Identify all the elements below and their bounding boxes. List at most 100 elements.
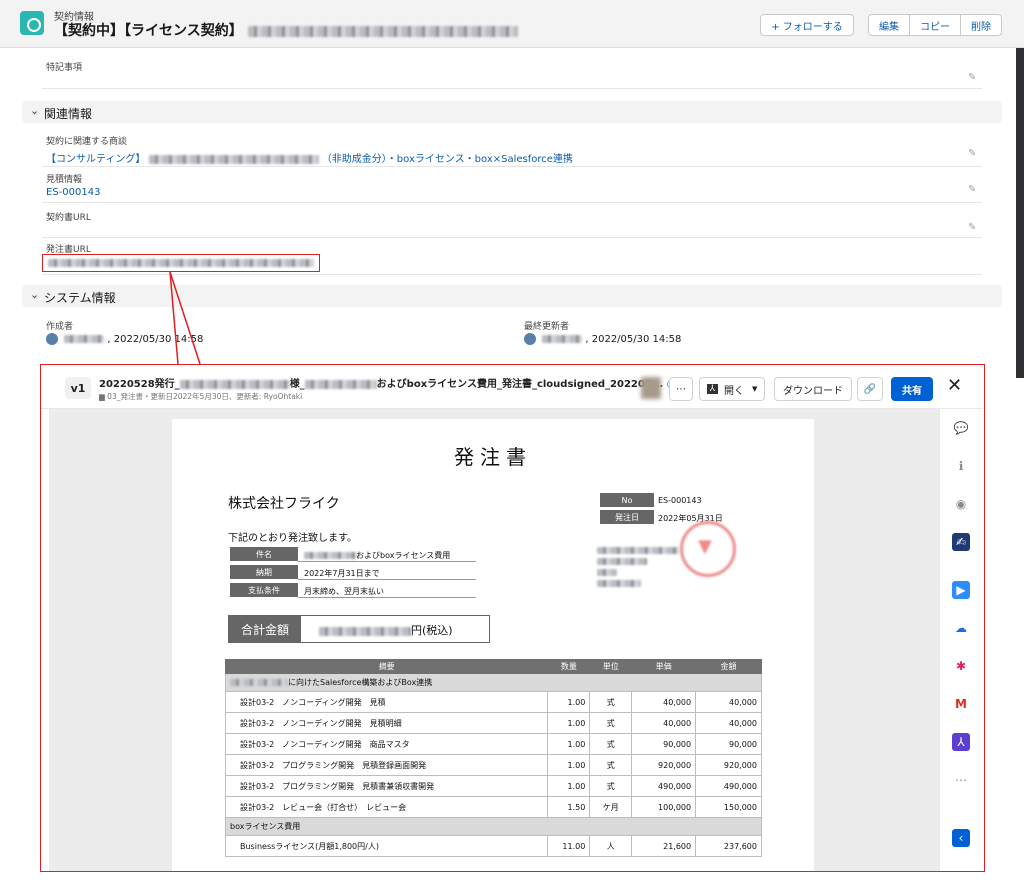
po-url-link[interactable] <box>48 258 314 269</box>
cell-quantity: 1.00 <box>547 754 591 776</box>
related-deal-link[interactable]: 【コンサルティング】 （非助成金分）・boxライセンス・box×Salesfor… <box>46 150 573 165</box>
no-label: No <box>600 493 654 507</box>
cell-unit: 式 <box>589 754 633 776</box>
cell-unit-price: 920,000 <box>631 754 697 776</box>
pdf-icon[interactable]: ⅄ <box>952 733 970 751</box>
open-button[interactable]: ⅄ 開く ▼ <box>699 377 765 401</box>
intro-text: 下記のとおり発注致します。 <box>228 533 357 544</box>
document-viewer[interactable]: 発注書 株式会社フライク No ES-000143 発注日 2022年05月31… <box>49 409 939 871</box>
link-icon[interactable]: 🔗 <box>857 377 883 401</box>
folder-icon: ▆ <box>99 392 105 401</box>
gmail-icon[interactable]: M <box>952 695 970 713</box>
cell-amount: 490,000 <box>695 775 762 797</box>
redacted-text <box>597 569 617 576</box>
sign-icon[interactable]: ✍ <box>952 533 970 551</box>
table-row: 設計03-2 ノンコーディング開発 商品マスタ 1.00 式 90,000 90,000 <box>224 733 762 755</box>
record-actions: 編集 コピー 削除 <box>868 14 1002 36</box>
chevron-down-icon[interactable]: ▼ <box>752 385 757 393</box>
copy-button[interactable]: コピー <box>910 15 961 35</box>
activity-icon[interactable]: ◉ <box>952 495 970 513</box>
cell-amount: 237,600 <box>695 835 762 857</box>
redacted-text <box>304 552 356 559</box>
divider <box>42 274 982 275</box>
cell-description: 設計03-2 ノンコーディング開発 見積明細 <box>224 712 549 734</box>
edit-pencil-icon[interactable]: ✎ <box>968 222 976 233</box>
collapse-sidebar-icon[interactable]: ‹ <box>952 829 970 847</box>
edit-pencil-icon[interactable]: ✎ <box>968 184 976 195</box>
redacted-text <box>597 547 679 554</box>
screenshot-root: 契約情報 【契約中】【ライセンス契約】 + フォローする 編集 コピー 削除 特… <box>0 0 1024 881</box>
cell-amount: 150,000 <box>695 796 762 818</box>
underline <box>298 579 476 580</box>
follow-button[interactable]: + フォローする <box>760 14 854 36</box>
edit-pencil-icon[interactable]: ✎ <box>968 72 976 83</box>
cell-quantity: 1.00 <box>547 691 591 713</box>
cell-unit-price: 100,000 <box>631 796 697 818</box>
purchase-order-document: 発注書 株式会社フライク No ES-000143 発注日 2022年05月31… <box>172 419 814 871</box>
delete-button[interactable]: 削除 <box>961 15 1001 35</box>
order-date-label: 発注日 <box>600 510 654 524</box>
cell-unit-price: 40,000 <box>631 691 697 713</box>
version-badge[interactable]: v1 <box>65 377 91 399</box>
download-button[interactable]: ダウンロード <box>774 377 852 401</box>
table-row: Businessライセンス(月額1,800円/人) 11.00 人 21,600 237… <box>224 835 762 857</box>
avatar <box>524 333 536 345</box>
cell-quantity: 1.00 <box>547 733 591 755</box>
table-body: に向けたSalesforce構築およびBox連携 設計03-2 ノンコーディング開… <box>224 673 762 857</box>
redacted-address <box>597 547 679 587</box>
cell-unit: 式 <box>589 733 633 755</box>
cell-description: 設計03-2 ノンコーディング開発 商品マスタ <box>224 733 549 755</box>
divider <box>42 202 982 203</box>
table-header-row: 摘要 数量 単位 単価 金額 <box>224 659 762 674</box>
section-related-title: 関連情報 <box>44 107 93 121</box>
edit-pencil-icon[interactable]: ✎ <box>968 148 976 159</box>
cell-unit: 式 <box>589 712 633 734</box>
record-header: 契約情報 【契約中】【ライセンス契約】 + フォローする 編集 コピー 削除 <box>0 0 1024 48</box>
divider <box>42 88 982 89</box>
cell-unit: 人 <box>589 835 633 857</box>
group-title-text: boxライセンス費用 <box>230 822 301 831</box>
quote-link[interactable]: ES-000143 <box>46 187 100 198</box>
more-options-button[interactable]: ⋯ <box>669 377 693 401</box>
redacted-text <box>230 679 288 686</box>
table-row: 設計03-2 レビュー会（打合せ） レビュー会 1.50 ケ月 100,000 150,… <box>224 796 762 818</box>
file-name: 20220528発行_ 様_ およびboxライセンス費用_発注書_cloudsign… <box>99 375 675 390</box>
avatar[interactable] <box>641 377 661 399</box>
redacted-text <box>247 25 518 37</box>
cell-unit: 式 <box>589 691 633 713</box>
redacted-user[interactable] <box>64 335 105 343</box>
cell-description: 設計03-2 プログラミング開発 見積登録画面開発 <box>224 754 549 776</box>
cell-description: 設計03-2 レビュー会（打合せ） レビュー会 <box>224 796 549 818</box>
redacted-user[interactable] <box>542 335 583 343</box>
cell-quantity: 11.00 <box>547 835 591 857</box>
edit-button[interactable]: 編集 <box>869 15 910 35</box>
zoom-icon[interactable]: ▶ <box>952 581 970 599</box>
group-title: boxライセンス費用 <box>225 817 762 836</box>
cell-unit-price: 40,000 <box>631 712 697 734</box>
info-icon[interactable]: ℹ <box>952 457 970 475</box>
chevron-down-icon: ⌄ <box>30 104 40 117</box>
divider <box>42 237 982 238</box>
cloud-upload-icon[interactable]: ☁ <box>952 619 970 637</box>
file-name-suffix: およびboxライセンス費用_発注書_cloudsigned_202205... <box>376 379 664 390</box>
total-value: 円(税込) <box>319 622 453 638</box>
section-system-title: システム情報 <box>44 291 116 305</box>
contract-object-icon <box>20 11 44 35</box>
cell-unit-price: 21,600 <box>631 835 697 857</box>
share-button[interactable]: 共有 <box>891 377 933 401</box>
more-apps-icon[interactable]: ⋯ <box>952 771 970 789</box>
created-by-label: 作成者 <box>46 322 74 332</box>
header-amount: 金額 <box>695 659 762 674</box>
payment-label: 支払条件 <box>230 583 298 597</box>
chevron-down-icon: ⌄ <box>30 288 40 301</box>
document-title: 発注書 <box>454 445 532 469</box>
section-system[interactable]: ⌄ システム情報 <box>22 285 1002 307</box>
file-meta-text: 03_発注書・更新日2022年5月30日、更新者: RyoOhtaki <box>107 392 303 401</box>
comment-icon[interactable]: 💬 <box>952 419 970 437</box>
deadline-value: 2022年7月31日まで <box>304 569 380 578</box>
section-related[interactable]: ⌄ 関連情報 <box>22 101 1002 123</box>
slack-icon[interactable]: ✱ <box>952 657 970 675</box>
close-icon[interactable]: ✕ <box>947 375 962 396</box>
line-items-table: 摘要 数量 単位 単価 金額 に向けたSalesforce構築およびBox連携設… <box>224 659 762 857</box>
cell-description: Businessライセンス(月額1,800円/人) <box>224 835 549 857</box>
